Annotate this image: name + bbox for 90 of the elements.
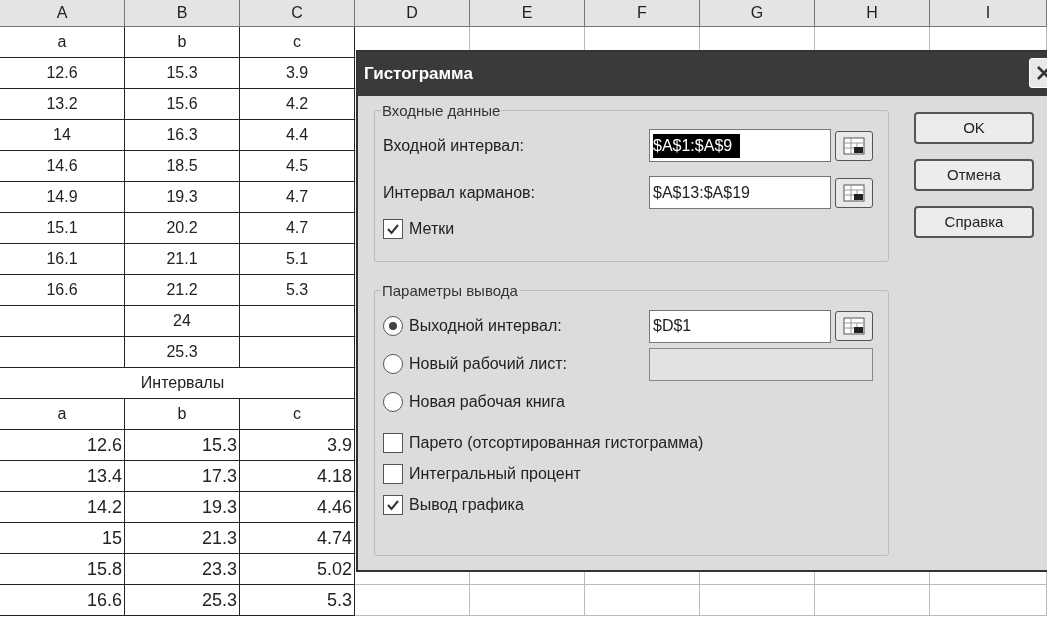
table-cell: b xyxy=(125,399,240,430)
table-cell: 15.3 xyxy=(125,58,240,89)
input-field[interactable]: $A$1:$A$9 xyxy=(649,129,831,162)
table-cell: 15.6 xyxy=(125,89,240,120)
table-cell: a xyxy=(0,27,125,58)
dialog-button[interactable]: OK xyxy=(914,112,1034,144)
input-field[interactable]: $D$1 xyxy=(649,309,831,343)
table-cell: 4.2 xyxy=(240,89,355,120)
range-select-button[interactable] xyxy=(835,311,873,341)
table-cell: 25.3 xyxy=(125,585,240,616)
collapse-dialog-icon xyxy=(843,183,865,202)
radio-button[interactable] xyxy=(383,354,403,374)
table-cell: 14.6 xyxy=(0,151,125,182)
table-cell: 13.2 xyxy=(0,89,125,120)
table-cell: 14 xyxy=(0,120,125,151)
table-cell: 12.6 xyxy=(0,430,125,461)
window-title: Гистограмма xyxy=(364,63,473,86)
field-label: Входной интервал: xyxy=(383,135,526,156)
table-cell: 16.6 xyxy=(0,275,125,306)
table-cell: c xyxy=(240,27,355,58)
dialog-button[interactable]: Справка xyxy=(914,206,1034,238)
table-cell: 14.2 xyxy=(0,492,125,523)
table-cell: 25.3 xyxy=(125,337,240,368)
table-cell: c xyxy=(240,399,355,430)
table-cell: b xyxy=(125,27,240,58)
checkbox-label: Парето (отсортированная гистограмма) xyxy=(409,432,704,453)
table-cell: 5.02 xyxy=(240,554,355,585)
table-cell: 4.18 xyxy=(240,461,355,492)
column-header[interactable]: C xyxy=(240,0,355,27)
checkbox[interactable] xyxy=(383,463,403,484)
table-cell: 24 xyxy=(125,306,240,337)
radio-button[interactable] xyxy=(383,392,403,412)
column-header[interactable]: B xyxy=(125,0,240,27)
table-cell: 3.9 xyxy=(240,58,355,89)
table-cell: 21.2 xyxy=(125,275,240,306)
column-header[interactable]: D xyxy=(355,0,470,27)
column-header[interactable]: H xyxy=(815,0,930,27)
table-cell: 16.6 xyxy=(0,585,125,616)
table-cell: 15.3 xyxy=(125,430,240,461)
table-cell: 12.6 xyxy=(0,58,125,89)
checkbox-label: Интегральный процент xyxy=(409,463,581,484)
checkmark-icon xyxy=(386,222,400,236)
dialog-button[interactable]: Отмена xyxy=(914,159,1034,191)
input-field[interactable]: $A$13:$A$19 xyxy=(649,176,831,209)
table-cell: 21.1 xyxy=(125,244,240,275)
collapse-dialog-icon xyxy=(843,317,865,335)
column-header[interactable]: A xyxy=(0,0,125,27)
radio-button[interactable] xyxy=(383,316,403,336)
checkbox[interactable] xyxy=(383,432,403,453)
table-cell-text: Интервалы xyxy=(139,373,226,393)
table-cell: 4.46 xyxy=(240,492,355,523)
radio-label: Выходной интервал: xyxy=(409,316,562,336)
checkbox[interactable] xyxy=(383,219,403,239)
radio-label: Новый рабочий лист: xyxy=(409,354,568,374)
range-select-button[interactable] xyxy=(835,177,873,208)
table-cell: 17.3 xyxy=(125,461,240,492)
table-cell: 5.1 xyxy=(240,244,355,275)
checkbox-label: Вывод графика xyxy=(409,494,524,515)
table-cell: 13.4 xyxy=(0,461,125,492)
table-cell: 21.3 xyxy=(125,523,240,554)
table-cell: 14.9 xyxy=(0,182,125,213)
table-cell: 19.3 xyxy=(125,182,240,213)
table-cell: 15 xyxy=(0,523,125,554)
table-cell: 18.5 xyxy=(125,151,240,182)
checkbox[interactable] xyxy=(383,494,403,515)
checkbox-label: Метки xyxy=(409,219,455,239)
table-cell: 4.74 xyxy=(240,523,355,554)
table-cell: 16.1 xyxy=(0,244,125,275)
column-header[interactable]: E xyxy=(470,0,585,27)
table-cell: a xyxy=(0,399,125,430)
table-cell: 5.3 xyxy=(240,585,355,616)
column-header[interactable]: G xyxy=(700,0,815,27)
table-cell: 4.7 xyxy=(240,213,355,244)
table-cell: 19.3 xyxy=(125,492,240,523)
table-cell: 4.4 xyxy=(240,120,355,151)
table-cell: 23.3 xyxy=(125,554,240,585)
column-header[interactable]: F xyxy=(585,0,700,27)
table-cell: 15.8 xyxy=(0,554,125,585)
collapse-dialog-icon xyxy=(843,136,865,155)
table-cell: 3.9 xyxy=(240,430,355,461)
table-cell: 4.5 xyxy=(240,151,355,182)
table-cell: 15.1 xyxy=(0,213,125,244)
table-cell: 5.3 xyxy=(240,275,355,306)
field-label: Интервал карманов: xyxy=(383,182,536,203)
column-header[interactable]: I xyxy=(930,0,1047,27)
radio-label: Новая рабочая книга xyxy=(409,392,565,412)
table-cell: 4.7 xyxy=(240,182,355,213)
table-cell: 20.2 xyxy=(125,213,240,244)
range-select-button[interactable] xyxy=(835,130,873,161)
table-cell: 16.3 xyxy=(125,120,240,151)
